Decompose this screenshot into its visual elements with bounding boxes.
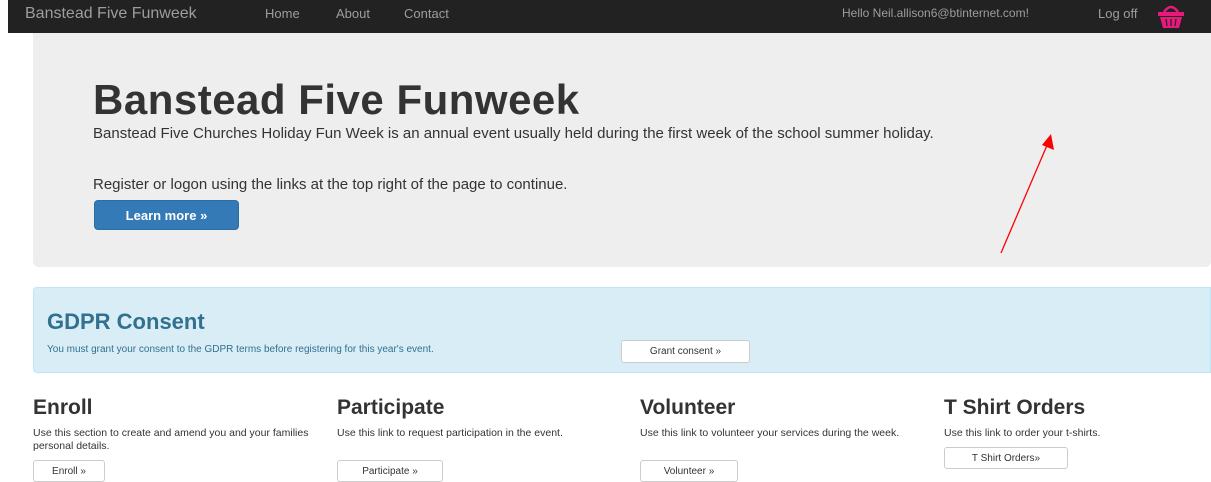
annotation-arrow-icon — [1000, 134, 1054, 254]
